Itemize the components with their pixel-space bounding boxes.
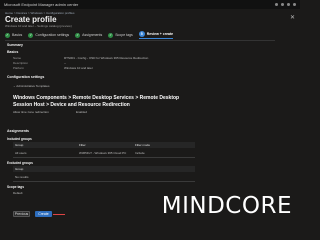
step-scope-tags[interactable]: ✓ Scope tags (108, 31, 133, 39)
step-configuration-settings[interactable]: ✓ Configuration settings (28, 31, 69, 39)
field-value-name: RTS001 - Config - OSD for Windows 365 Re… (64, 56, 149, 60)
table-cell-group: All users (15, 151, 27, 155)
step-assignments[interactable]: ✓ Assignments (75, 31, 102, 39)
config-heading: Configuration settings (7, 75, 45, 79)
checkmark-icon: ✓ (108, 32, 114, 38)
settings-icon[interactable] (281, 3, 284, 6)
setting-name: Allow time zone redirection (13, 110, 49, 114)
step-label: Review + create (146, 32, 174, 36)
field-key-platform: Platform (13, 66, 25, 70)
step-review-create[interactable]: 5 Review + create (138, 31, 174, 39)
top-bar-actions (275, 3, 300, 6)
summary-heading: Summary (7, 43, 23, 47)
config-category-label: Administrative Templates (16, 84, 50, 88)
step-label: Configuration settings (35, 33, 70, 37)
basics-heading: Basics (7, 50, 19, 54)
watermark-logo: MINDCORE (161, 193, 292, 219)
wizard-steps: ✓ Basics ✓ Configuration settings ✓ Assi… (5, 31, 174, 39)
included-groups-heading: Included groups (7, 137, 32, 141)
close-icon[interactable]: ✕ (290, 14, 295, 21)
window-title: Microsoft Endpoint Manager admin center (4, 2, 79, 7)
divider (13, 181, 195, 182)
table-cell-filter: W365FLT - Windows 365 Cloud PC (79, 151, 127, 155)
step-basics[interactable]: ✓ Basics (5, 31, 22, 39)
divider (5, 40, 275, 41)
annotation-underline (53, 214, 65, 215)
assignments-heading: Assignments (7, 129, 29, 133)
help-icon[interactable] (287, 3, 290, 6)
column-header-filter: Filter (79, 143, 86, 147)
step-label: Basics (12, 33, 23, 37)
column-header-group: Group (15, 167, 24, 171)
config-category[interactable]: ⌄ Administrative Templates (13, 84, 49, 88)
setting-path: Windows Components > Remote Desktop Serv… (13, 95, 180, 108)
step-label: Scope tags (115, 33, 133, 37)
setting-value: Enabled (76, 110, 88, 114)
excluded-groups-heading: Excluded groups (7, 161, 33, 165)
divider (13, 157, 195, 158)
page-title: Create profile (5, 15, 57, 24)
step-number: 5 (138, 31, 145, 37)
step-label: Assignments (82, 33, 103, 37)
table-cell-filter-mode: Include (135, 151, 145, 155)
checkmark-icon: ✓ (5, 32, 10, 38)
notifications-icon[interactable] (275, 3, 278, 6)
create-button[interactable]: Create (35, 211, 52, 217)
included-table-header (13, 142, 195, 148)
field-key-name: Name (13, 56, 22, 60)
scope-tag-value: Default (13, 191, 23, 195)
top-bar: Microsoft Endpoint Manager admin center (0, 0, 300, 9)
scope-tags-heading: Scope tags (7, 185, 25, 189)
table-cell-empty: No results (15, 175, 29, 179)
checkmark-icon: ✓ (28, 32, 34, 38)
checkmark-icon: ✓ (75, 32, 81, 38)
field-value-description: -- (64, 61, 66, 65)
previous-button[interactable]: Previous (13, 211, 30, 217)
column-header-filter-mode: Filter mode (135, 143, 151, 147)
column-header-group: Group (15, 143, 24, 147)
avatar[interactable] (293, 3, 296, 6)
excluded-table-header (13, 166, 195, 172)
field-value-platform: Windows 10 and later (64, 66, 93, 70)
field-key-description: Description (13, 61, 29, 65)
page-subtitle: Windows 10 and later – Settings catalog … (5, 24, 72, 28)
